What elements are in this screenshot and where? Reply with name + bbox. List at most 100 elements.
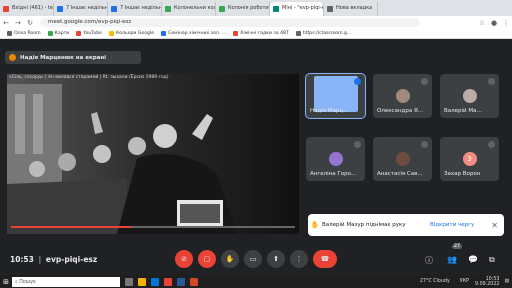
bookmark-item[interactable]: Семінар хімічних зол. ... (161, 31, 226, 36)
profile-icon[interactable]: ● (488, 19, 500, 27)
mic-status-icon (354, 78, 361, 85)
open-queue-link[interactable]: Відкрити чергу (430, 222, 474, 228)
bookmarks-bar: Олха Room Карти YouTube Кольори Google Семін… (0, 29, 512, 39)
bookmark-favicon-icon (108, 31, 114, 36)
tab-label: Міні - "evp-piqi-esz" (282, 5, 323, 11)
back-icon[interactable]: ← (0, 19, 12, 27)
video-title: «Сіль, сосорд» | ён вилався старамей | R… (9, 75, 169, 80)
bookmark-item[interactable]: Кольори Google (108, 31, 154, 36)
tab-favicon-icon (327, 6, 333, 12)
tab-list: Вхідні (461) - tettiana.pro 7 Іншає неділ… (0, 0, 378, 16)
info-icon[interactable]: ⓘ (425, 255, 433, 266)
camera-off-icon: ▢ (203, 255, 211, 263)
reload-icon[interactable]: ↻ (24, 19, 36, 27)
bookmark-favicon-icon (7, 31, 12, 36)
participant-avatar: З (462, 152, 477, 166)
presenter-banner-text: Надія Марценюк на екрані (20, 54, 107, 61)
tab-favicon-icon (57, 6, 63, 12)
forward-icon[interactable]: → (12, 19, 24, 27)
tab-favicon-icon (3, 6, 9, 12)
bookmark-label: Семінар хімічних зол. ... (168, 31, 227, 36)
bookmark-item[interactable]: YouTube (76, 31, 102, 36)
browser-tab[interactable]: Міні - "evp-piqi-esz" (270, 2, 324, 16)
chat-icon[interactable]: 💬 (468, 255, 478, 264)
word-icon[interactable] (177, 277, 185, 286)
keyboard-language[interactable]: УКР (460, 279, 469, 284)
weather-widget[interactable]: 27°C Cloudy (420, 279, 450, 284)
meeting-info: 10:53 | evp-piqi-esz (10, 255, 97, 264)
more-icon: ⋮ (295, 255, 303, 263)
url-input[interactable]: meet.google.com/evp-piqi-esz (40, 18, 420, 27)
browser-tab-bar: Вхідні (461) - tettiana.pro 7 Іншає неділ… (0, 0, 512, 16)
windows-start-icon[interactable]: ⊞ (0, 278, 12, 286)
presenter-avatar (9, 54, 16, 61)
tab-favicon-icon (111, 6, 117, 12)
bookmark-favicon-icon (47, 31, 53, 36)
captions-icon: ▭ (249, 255, 257, 263)
bookmark-favicon-icon (233, 31, 239, 36)
camera-toggle-button[interactable]: ▢ (198, 250, 216, 268)
participant-name: Захар Ворон (444, 171, 481, 177)
browser-tab[interactable]: 7 Іншає недільнаії гибо (54, 2, 108, 16)
more-options-button[interactable]: ⋮ (290, 250, 308, 268)
browser-tab[interactable]: Нова вкладка (324, 2, 378, 16)
chrome-icon[interactable] (164, 277, 172, 286)
raised-hand-icon: ✋ (310, 221, 320, 229)
hand-icon: ✋ (225, 255, 235, 263)
tab-favicon-icon (165, 6, 171, 12)
bookmark-item[interactable]: https://classroom.g... (295, 31, 352, 36)
powerpoint-icon[interactable] (190, 277, 198, 286)
tab-label: 7 Іншає недільнаії гибо (66, 5, 108, 11)
tab-label: Колонельни кольоризна (174, 5, 215, 11)
clock-date: 9.09.2022 (475, 281, 500, 287)
browser-tab[interactable]: 7 Іншає недільнаїт гибо (108, 2, 162, 16)
participant-tile[interactable]: Анастасія Сав... (373, 137, 432, 181)
bookmark-label: Олха Room (14, 31, 41, 36)
taskbar-search-input[interactable]: ⌕ Пошук (12, 276, 120, 287)
activities-icon[interactable]: ⧉ (489, 255, 495, 265)
participant-tile[interactable]: Ангеліна Горо... (306, 137, 365, 181)
menu-icon[interactable]: ⋮ (500, 19, 512, 27)
participant-tile[interactable]: З Захар Ворон (440, 137, 499, 181)
bookmark-favicon-icon (161, 31, 167, 36)
participant-avatar (328, 152, 343, 166)
tab-favicon-icon (273, 6, 279, 12)
browser-tab[interactable]: Колонія роботи для вправ (216, 2, 270, 16)
participant-tile[interactable]: Надія Марц... (305, 73, 366, 119)
bookmark-label: Карти (54, 31, 70, 36)
star-icon[interactable]: ☆ (476, 19, 488, 27)
task-view-icon[interactable] (125, 277, 133, 286)
address-bar: ← → ↻ meet.google.com/evp-piqi-esz ☆ ● ⋮ (0, 16, 512, 29)
close-icon[interactable]: ✕ (491, 221, 498, 230)
present-icon: ⬆ (273, 255, 279, 263)
leave-call-button[interactable]: ☎ (313, 250, 337, 268)
participant-name: Анастасія Сав... (377, 171, 423, 177)
raise-hand-button[interactable]: ✋ (221, 250, 239, 268)
people-icon[interactable]: 👥 (447, 255, 457, 264)
windows-taskbar: ⊞ ⌕ Пошук 27°C Cloudy УКР 10:53 9.09.202… (0, 275, 512, 288)
tab-label: Нова вкладка (336, 5, 373, 11)
browser-tab[interactable]: Колонельни кольоризна (162, 2, 216, 16)
system-clock[interactable]: 10:53 9.09.2022 (475, 277, 499, 287)
mic-toggle-button[interactable]: ⊘ (175, 250, 193, 268)
bookmark-item[interactable]: Олха Room (7, 31, 41, 36)
raise-hand-toast: ✋ Валерій Мазур піднімає руку Відкрити ч… (308, 214, 504, 236)
edge-icon[interactable] (151, 277, 159, 286)
participant-tile[interactable]: Валерій Ма... (440, 74, 499, 118)
participant-name: Олександра Я... (377, 108, 424, 114)
shared-screen[interactable]: «Сіль, сосорд» | ён вилався старамей | R… (7, 74, 299, 234)
bookmark-label: https://classroom.g... (302, 31, 352, 36)
bookmark-label: YouTube (83, 31, 102, 36)
participant-tile[interactable]: Олександра Я... (373, 74, 432, 118)
bookmark-favicon-icon (295, 31, 301, 36)
bookmark-item[interactable]: Карти (47, 31, 70, 36)
browser-tab[interactable]: Вхідні (461) - tettiana.pro (0, 2, 54, 16)
captions-button[interactable]: ▭ (244, 250, 262, 268)
notifications-icon[interactable]: ▤ (504, 279, 509, 284)
bookmark-item[interactable]: Хімічні гадки за 48Т (233, 31, 289, 36)
bookmark-label: Хімічні гадки за 48Т (240, 31, 289, 36)
file-explorer-icon[interactable] (138, 277, 146, 286)
mic-status-icon (421, 141, 428, 148)
present-button[interactable]: ⬆ (267, 250, 285, 268)
tab-label: Вхідні (461) - tettiana.pro (12, 5, 53, 11)
